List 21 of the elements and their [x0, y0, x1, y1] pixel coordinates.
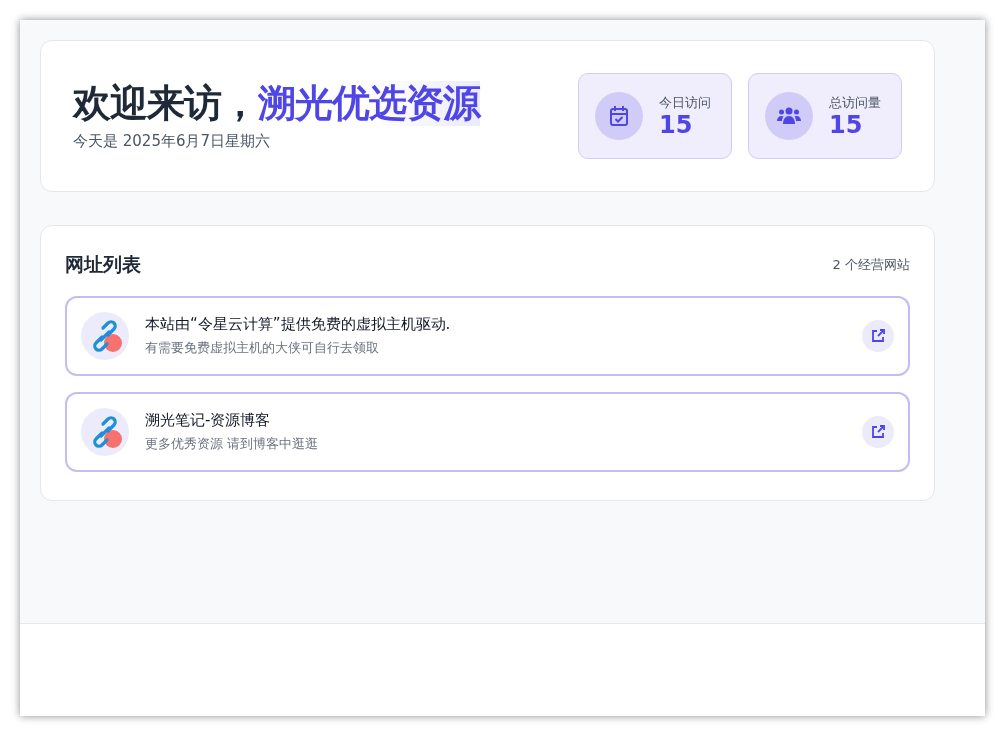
open-link-button[interactable] [862, 416, 894, 448]
external-link-icon [871, 425, 885, 439]
calendar-check-icon [609, 105, 629, 127]
site-name: 溯光优选资源 [258, 80, 480, 127]
link-description: 有需要免费虚拟主机的大侠可自行去领取 [145, 339, 380, 357]
stat-label: 今日访问 [659, 93, 711, 112]
stat-label: 总访问量 [829, 93, 881, 112]
site-count: 2 个经营网站 [832, 256, 910, 274]
date-text: 今天是 2025年6月7日星期六 [73, 132, 272, 152]
section-title: 网址列表 [65, 252, 141, 277]
welcome-heading: 欢迎来访， [73, 80, 258, 127]
link-title: 本站由“令星云计算”提供免费的虚拟主机驱动. [145, 315, 452, 334]
link-description: 更多优秀资源 请到博客中逛逛 [145, 435, 320, 453]
open-link-button[interactable] [862, 320, 894, 352]
link-item[interactable]: 溯光笔记-资源博客 更多优秀资源 请到博客中逛逛 [65, 392, 910, 472]
stat-value: 15 [829, 111, 864, 139]
stat-value: 15 [659, 111, 694, 139]
link-title: 溯光笔记-资源博客 [145, 411, 272, 430]
users-icon [777, 106, 801, 126]
link-item[interactable]: 本站由“令星云计算”提供免费的虚拟主机驱动. 有需要免费虚拟主机的大侠可自行去领取 [65, 296, 910, 376]
external-link-icon [871, 329, 885, 343]
